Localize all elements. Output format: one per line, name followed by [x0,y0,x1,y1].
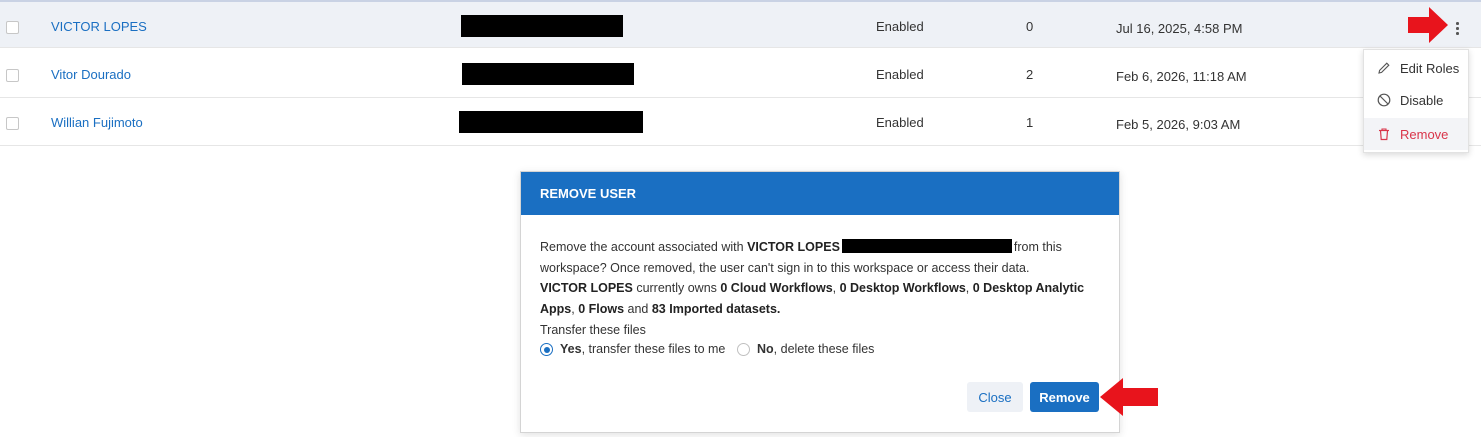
user-name: VICTOR LOPES [747,240,840,254]
menu-item-remove[interactable]: Remove [1364,118,1468,150]
menu-item-label: Edit Roles [1400,61,1460,76]
transfer-label: Transfer these files [540,322,646,337]
table-row: VICTOR LOPES Enabled 0 Jul 16, 2025, 4:5… [0,0,1481,48]
table-row: Willian Fujimoto Enabled 1 Feb 5, 2026, … [0,98,1481,146]
menu-item-disable[interactable]: Disable [1364,84,1468,116]
radio-label-rest: , delete these files [773,342,875,356]
users-page: VICTOR LOPES Enabled 0 Jul 16, 2025, 4:5… [0,0,1481,437]
user-name: VICTOR LOPES [540,281,633,296]
message-text: currently owns [632,281,721,296]
radio-label-bold: No [757,342,774,356]
menu-item-edit-roles[interactable]: Edit Roles [1364,52,1468,84]
redacted-email [462,63,634,85]
annotation-arrow-icon [1100,378,1158,416]
remove-user-dialog: REMOVE USER Remove the account associate… [520,171,1120,433]
radio-label-rest: , transfer these files to me [581,342,726,356]
separator: , [965,281,973,296]
user-status: Enabled [876,67,924,82]
dialog-body: Remove the account associated with VICTO… [540,237,1100,341]
radio-label-bold: Yes [560,342,582,356]
ownership-summary: VICTOR LOPES currently owns 0 Cloud Work… [540,278,1100,319]
confirm-message: Remove the account associated with VICTO… [540,237,1100,278]
menu-item-label: Remove [1400,127,1449,142]
redacted-email [841,239,1012,253]
user-roles-count: 2 [1026,67,1034,82]
user-name-link[interactable]: Willian Fujimoto [51,115,143,130]
redacted-email [459,111,643,133]
close-button[interactable]: Close [967,382,1023,412]
cloud-workflows-count: 0 Cloud Workflows [720,281,833,296]
row-checkbox[interactable] [6,21,19,34]
radio-unselected-icon [737,343,750,356]
row-checkbox[interactable] [6,117,19,130]
user-last-login: Jul 16, 2025, 4:58 PM [1116,21,1243,36]
message-text: Remove the account associated with [540,240,748,254]
user-status: Enabled [876,19,924,34]
dialog-header: REMOVE USER [521,172,1119,215]
imported-datasets-count: 83 Imported datasets. [651,302,781,317]
user-name-link[interactable]: VICTOR LOPES [51,19,147,34]
row-actions-menu: Edit Roles Disable Remove [1363,49,1469,153]
separator: and [624,302,652,317]
flows-count: 0 Flows [578,302,625,317]
pencil-icon [1378,62,1390,74]
user-roles-count: 0 [1026,19,1034,34]
user-last-login: Feb 5, 2026, 9:03 AM [1116,117,1241,132]
user-roles-count: 1 [1026,115,1034,130]
row-checkbox[interactable] [6,69,19,82]
menu-item-label: Disable [1400,93,1444,108]
radio-selected-icon [540,343,553,356]
separator: , [832,281,840,296]
radio-label: No, delete these files [757,342,874,356]
trash-icon [1379,128,1389,141]
user-status: Enabled [876,115,924,130]
more-options-icon[interactable] [1449,20,1465,36]
radio-label: Yes, transfer these files to me [560,342,725,356]
user-name-link[interactable]: Vitor Dourado [51,67,131,82]
redacted-email [461,15,623,37]
desktop-workflows-count: 0 Desktop Workflows [839,281,966,296]
user-last-login: Feb 6, 2026, 11:18 AM [1116,69,1247,84]
block-icon [1377,93,1391,107]
remove-button[interactable]: Remove [1030,382,1099,412]
annotation-arrow-icon [1408,7,1448,43]
dialog-title: REMOVE USER [540,186,637,201]
table-row: Vitor Dourado Enabled 2 Feb 6, 2026, 11:… [0,50,1481,98]
